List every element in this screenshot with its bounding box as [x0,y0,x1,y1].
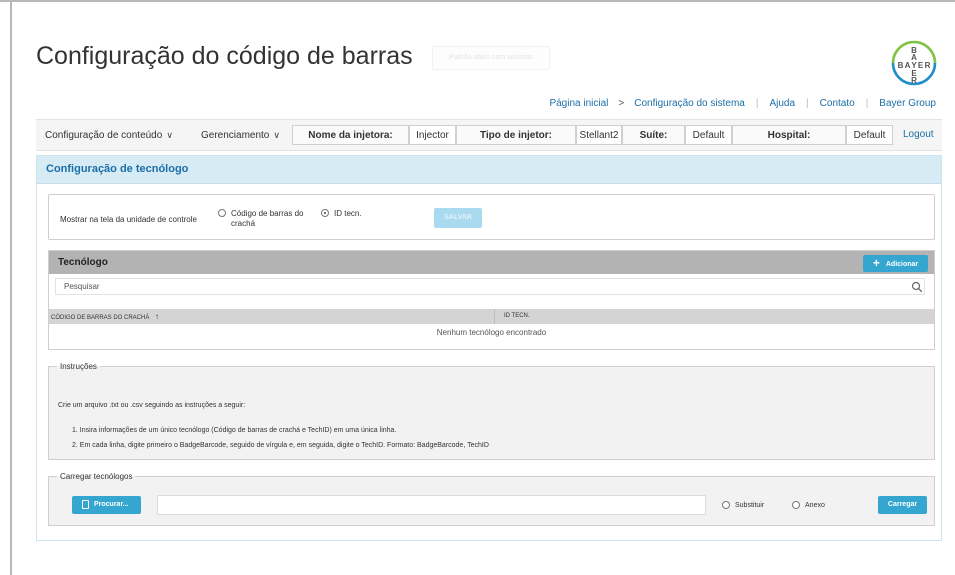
bayer-group-link[interactable]: Bayer Group [879,98,936,109]
window-frame-left [10,0,12,575]
hospital-value: Default [846,125,893,145]
radio-circle-icon [218,209,226,217]
column-header-badge-barcode-label: CÓDIGO DE BARRAS DO CRACHÁ [51,315,150,321]
top-links: Página inicial > Configuração do sistema… [549,98,936,109]
home-link[interactable]: Página inicial [549,98,608,109]
file-path-field[interactable] [157,495,706,515]
technologist-config-panel: Configuração de tecnólogo Mostrar na tel… [36,155,942,541]
management-menu[interactable]: Gerenciamento ∨ [201,120,280,150]
browse-button-label: Procurar... [94,501,129,508]
panel-title: Configuração de tecnólogo [37,156,941,184]
page-title: Configuração do código de barras [36,42,413,70]
add-button-label: Adicionar [885,261,919,268]
instruction-item: 1. Insira informações de um único tecnól… [72,427,397,434]
display-settings-box: Mostrar na tela da unidade de controle C… [48,194,935,240]
content-config-menu-label: Configuração de conteúdo [45,130,163,141]
badge-barcode-radio-label: Código de barras do crachá [231,209,304,228]
empty-table-message: Nenhum tecnólogo encontrado [436,328,547,337]
logo-letter: R [911,76,917,85]
instructions-intro: Crie um arquivo .txt ou .csv seguindo as… [58,402,246,409]
injector-type-value: Stellant2 [576,125,622,145]
append-radio[interactable]: Anexo [792,501,825,510]
help-link[interactable]: Ajuda [769,98,795,109]
column-header-badge-barcode[interactable]: CÓDIGO DE BARRAS DO CRACHÁ ↑ [51,309,159,326]
breadcrumb-separator: > [618,98,625,109]
injector-type-label: Tipo de injetor: [456,125,576,145]
link-divider: | [755,98,759,109]
search-row [49,274,934,296]
add-technologist-button[interactable]: + Adicionar [863,255,928,272]
bayer-logo: B A B A Y E R E R [891,40,937,86]
link-divider: | [865,98,869,109]
contact-link[interactable]: Contato [820,98,855,109]
tech-id-radio-label: ID tecn. [334,209,362,218]
chevron-down-icon: ∨ [273,130,280,140]
column-divider [494,309,495,324]
sort-arrow-icon: ↑ [155,312,160,321]
browse-button[interactable]: Procurar... [72,496,141,514]
file-icon [82,500,89,509]
chevron-down-icon: ∨ [166,130,173,140]
column-header-tech-id[interactable]: ID TECN. [504,309,530,324]
replace-radio[interactable]: Substituir [722,501,764,510]
system-config-link[interactable]: Configuração do sistema [634,98,745,109]
logout-link[interactable]: Logout [903,120,934,150]
display-setting-label: Mostrar na tela da unidade de controle [60,215,197,224]
suite-value: Default [685,125,732,145]
instruction-item: 2. Em cada linha, digite primeiro o Badg… [72,442,489,449]
technologist-title: Tecnólogo [58,257,108,268]
upload-technologists-box: Carregar tecnólogos Procurar... Substitu… [48,472,935,526]
technologist-table: Tecnólogo + Adicionar CÓDIGO DE BARRAS DO… [48,250,935,350]
main-navbar: Configuração de conteúdo ∨ Gerenciamento ∨… [36,119,942,151]
hospital-label: Hospital: [732,125,846,145]
radio-circle-icon [792,501,800,509]
plus-icon: + [872,256,880,270]
instructions-legend: Instruções [60,362,97,371]
save-button[interactable]: SALVAR [434,208,482,228]
logo-letter: R [925,61,931,70]
logo-letter: B [898,61,904,70]
table-column-headers: CÓDIGO DE BARRAS DO CRACHÁ ↑ ID TECN. [49,309,934,324]
radio-circle-icon [722,501,730,509]
upload-button[interactable]: Carregar [878,496,927,514]
content-config-menu[interactable]: Configuração de conteúdo ∨ [45,120,173,150]
instructions-box: Instruções Crie um arquivo .txt ou .csv … [48,362,935,460]
injector-name-value: Injector [409,125,456,145]
suite-label: Suíte: [622,125,685,145]
radio-selected-icon [321,209,329,217]
technologist-table-header: Tecnólogo + Adicionar [49,251,934,274]
link-divider: | [806,98,809,109]
logo-letter: E [918,61,924,70]
search-input[interactable] [55,278,925,295]
search-icon[interactable] [911,281,923,293]
window-frame-top [0,0,955,2]
logo-letter: A [905,61,911,70]
tech-id-radio[interactable]: ID tecn. [321,209,362,219]
management-menu-label: Gerenciamento [201,130,270,141]
append-radio-label: Anexo [805,502,825,509]
replace-radio-label: Substituir [735,502,765,509]
upload-legend: Carregar tecnólogos [60,472,133,481]
status-toast: Padrão salvo com sucesso [432,46,550,70]
injector-name-label: Nome da injetora: [292,125,409,145]
badge-barcode-radio[interactable]: Código de barras do crachá [218,209,313,229]
